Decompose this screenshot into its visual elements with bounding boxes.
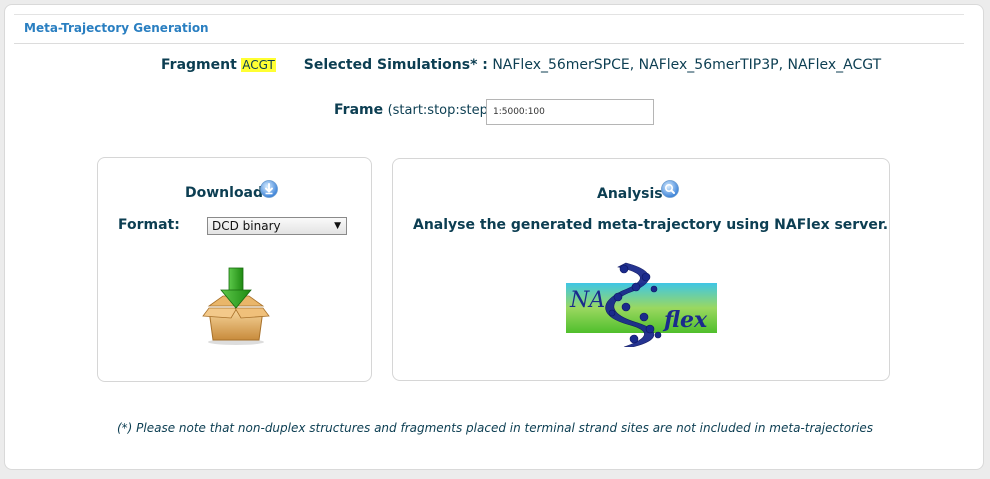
selected-simulations-label: Selected Simulations* :: [303, 57, 488, 73]
frame-input[interactable]: [486, 99, 654, 125]
analysis-heading: Analysis: [597, 186, 663, 202]
format-select[interactable]: DCD binary ▼: [207, 217, 347, 235]
naflex-logo[interactable]: NA flex: [566, 261, 717, 348]
naflex-logo-flex: flex: [662, 307, 708, 333]
format-selected-value: DCD binary: [212, 219, 281, 233]
analysis-description: Analyse the generated meta-trajectory us…: [413, 217, 889, 233]
download-heading: Download: [185, 185, 264, 201]
magnifier-icon[interactable]: [661, 180, 679, 198]
download-box-icon[interactable]: [201, 266, 271, 346]
frame-row: Frame (start:stop:step): [334, 99, 493, 125]
naflex-logo-na: NA: [569, 288, 605, 313]
format-label: Format:: [118, 217, 180, 233]
fragment-value: ACGT: [241, 58, 276, 72]
frame-hint: (start:stop:step): [387, 103, 493, 118]
chevron-down-icon: ▼: [334, 221, 341, 231]
panel-header: Meta-Trajectory Generation: [14, 14, 964, 44]
download-arrow-icon[interactable]: [260, 180, 278, 198]
selected-simulations-value: NAFlex_56merSPCE, NAFlex_56merTIP3P, NAF…: [492, 57, 882, 73]
panel-title: Meta-Trajectory Generation: [24, 21, 209, 35]
frame-label: Frame: [334, 102, 384, 118]
footnote: (*) Please note that non-duplex structur…: [116, 421, 874, 435]
download-box: Download Format: DCD binary ▼: [97, 157, 372, 382]
fragment-row: Fragment ACGT Selected Simulations* : NA…: [161, 57, 881, 73]
analysis-box: Analysis Analyse the generated meta-traj…: [392, 158, 890, 381]
fragment-label: Fragment: [161, 57, 237, 73]
